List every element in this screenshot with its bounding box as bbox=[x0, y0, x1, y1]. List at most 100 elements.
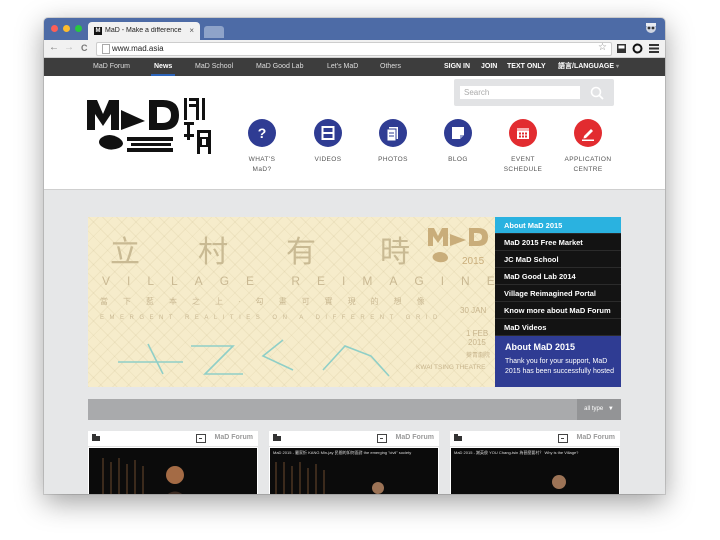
nav-event-schedule[interactable]: EVENT SCHEDULE bbox=[491, 119, 555, 175]
nav-videos[interactable]: VIDEOS bbox=[296, 119, 360, 165]
calendar-icon bbox=[509, 119, 537, 147]
browser-window: M MaD - Make a difference × ← → C www.ma… bbox=[44, 18, 665, 494]
mad-2015-logo: 2015 bbox=[428, 228, 488, 267]
chevron-down-icon: ▼ bbox=[607, 406, 614, 412]
promo-body: Thank you for your support, MaD 2015 has… bbox=[505, 358, 614, 375]
close-window-button[interactable] bbox=[51, 25, 58, 32]
banner-date-start: 30 JAN bbox=[460, 306, 487, 315]
search-icon[interactable] bbox=[588, 84, 606, 102]
nav-mad-forum[interactable]: MaD Forum bbox=[93, 58, 130, 76]
banner-char: 立 bbox=[110, 235, 140, 270]
side-menu-know-more[interactable]: Know more about MaD Forum bbox=[495, 302, 621, 319]
banner-char: 有 bbox=[286, 235, 316, 270]
reload-button[interactable]: C bbox=[81, 43, 88, 53]
note-icon bbox=[444, 119, 472, 147]
banner-char: 時 bbox=[380, 235, 410, 270]
filter-bar: all type ▼ bbox=[88, 399, 621, 420]
maximize-window-button[interactable] bbox=[75, 25, 82, 32]
bookmark-star-icon[interactable]: ☆ bbox=[598, 42, 607, 53]
speaker-photo bbox=[102, 458, 184, 494]
side-menu-about-mad-2015[interactable]: About MaD 2015 bbox=[495, 217, 621, 234]
nav-label: APPLICATION CENTRE bbox=[564, 156, 612, 173]
text-only-link[interactable]: TEXT ONLY bbox=[507, 58, 546, 76]
extension-circle-icon[interactable] bbox=[632, 43, 643, 54]
browser-toolbar: ← → C www.mad.asia ☆ bbox=[44, 40, 665, 58]
site-header: Search ? WHAT'S MaD? VIDEOS PHOTOS BLOG … bbox=[44, 76, 665, 190]
card-video-caption: MaD 2015 - 嚴家忻 KANG Min-jay 民間的如何面對 the … bbox=[273, 450, 412, 455]
nav-label: VIDEOS bbox=[314, 156, 342, 163]
nav-blog[interactable]: BLOG bbox=[426, 119, 490, 165]
side-menu: About MaD 2015 MaD 2015 Free Market JC M… bbox=[495, 217, 621, 336]
tab-title: MaD - Make a difference bbox=[105, 27, 182, 34]
url-text: www.mad.asia bbox=[112, 44, 164, 53]
nav-label: WHAT'S MaD? bbox=[248, 156, 276, 173]
svg-text:?: ? bbox=[258, 125, 267, 141]
folder-icon bbox=[92, 434, 100, 441]
nav-photos[interactable]: PHOTOS bbox=[361, 119, 425, 165]
side-menu-good-lab-2014[interactable]: MaD Good Lab 2014 bbox=[495, 268, 621, 285]
minimize-window-button[interactable] bbox=[63, 25, 70, 32]
hero-banner[interactable]: 立 村 有 時 2015 VILLAGE REIMAGINED 當下藍本之上·勾… bbox=[88, 217, 495, 387]
page-icon bbox=[102, 44, 110, 54]
side-menu-free-market[interactable]: MaD 2015 Free Market bbox=[495, 234, 621, 251]
new-tab-button[interactable] bbox=[204, 26, 224, 38]
pencil-icon bbox=[574, 119, 602, 147]
banner-subtitle-en: EMERGENT REALITIES ON A DIFFERENT GRID bbox=[100, 315, 443, 321]
tab-strip: M MaD - Make a difference × bbox=[44, 18, 665, 40]
mad-logo[interactable] bbox=[87, 94, 215, 158]
nav-others[interactable]: Others bbox=[380, 58, 401, 76]
back-button[interactable]: ← bbox=[49, 42, 59, 53]
nav-application-centre[interactable]: APPLICATION CENTRE bbox=[556, 119, 620, 175]
film-icon bbox=[314, 119, 342, 147]
side-menu-mad-videos[interactable]: MaD Videos bbox=[495, 319, 621, 336]
banner-scribble bbox=[118, 339, 390, 377]
content-card[interactable]: MaD Forum bbox=[88, 431, 258, 494]
card-category: MaD Forum bbox=[214, 434, 254, 441]
nav-mad-school[interactable]: MaD School bbox=[195, 58, 233, 76]
card-header: MaD Forum bbox=[88, 431, 258, 447]
nav-lets-mad[interactable]: Let's MaD bbox=[327, 58, 358, 76]
nav-news[interactable]: News bbox=[151, 58, 176, 76]
content-card[interactable]: MaD Forum MaD 2015 - 嚴家忻 KANG Min-jay 民間… bbox=[269, 431, 439, 494]
incognito-profile-icon[interactable] bbox=[643, 19, 659, 35]
search-box: Search bbox=[454, 79, 614, 106]
extension-icon[interactable] bbox=[616, 43, 627, 54]
svg-text:2015: 2015 bbox=[462, 256, 485, 267]
card-thumbnail[interactable]: MaD 2015 - 謝英俊 YOU Chang-tsin 為甚麼要村？ Why… bbox=[451, 448, 619, 494]
type-filter-label: all type bbox=[584, 406, 604, 412]
address-bar[interactable]: www.mad.asia ☆ bbox=[96, 42, 612, 56]
language-chevron-icon: ▾ bbox=[615, 64, 619, 70]
nav-label: EVENT SCHEDULE bbox=[503, 156, 543, 173]
content-card[interactable]: MaD Forum MaD 2015 - 謝英俊 YOU Chang-tsin … bbox=[450, 431, 620, 494]
join-link[interactable]: JOIN bbox=[481, 58, 497, 76]
banner-year: 2015 bbox=[468, 338, 486, 347]
promo-panel[interactable]: About MaD 2015 Thank you for your suppor… bbox=[495, 336, 621, 387]
forward-button[interactable]: → bbox=[64, 42, 74, 53]
card-thumbnail[interactable] bbox=[89, 448, 257, 494]
side-menu-jc-mad-school[interactable]: JC MaD School bbox=[495, 251, 621, 268]
nav-mad-good-lab[interactable]: MaD Good Lab bbox=[256, 58, 303, 76]
card-video-caption: MaD 2015 - 謝英俊 YOU Chang-tsin 為甚麼要村？ Why… bbox=[454, 450, 579, 455]
browser-tab[interactable]: M MaD - Make a difference × bbox=[88, 22, 200, 40]
folder-icon bbox=[273, 434, 281, 441]
card-category: MaD Forum bbox=[395, 434, 435, 441]
card-header: MaD Forum bbox=[269, 431, 439, 447]
nav-label: PHOTOS bbox=[378, 156, 408, 163]
type-filter-dropdown[interactable]: all type ▼ bbox=[577, 399, 621, 420]
promo-title: About MaD 2015 bbox=[505, 342, 576, 352]
banner-char: 村 bbox=[198, 235, 228, 270]
search-input[interactable]: Search bbox=[460, 86, 580, 99]
card-category: MaD Forum bbox=[576, 434, 616, 441]
banner-subtitle-cn: 當下藍本之上·勾畫可實現的想像 bbox=[100, 297, 440, 306]
language-link[interactable]: 語言/LANGUAGE ▾ bbox=[558, 58, 619, 76]
sign-in-link[interactable]: SIGN IN bbox=[444, 58, 470, 76]
side-menu-village-portal[interactable]: Village Reimagined Portal bbox=[495, 285, 621, 302]
menu-icon[interactable] bbox=[649, 43, 659, 54]
tab-close-icon[interactable]: × bbox=[189, 26, 194, 35]
nav-whats-mad[interactable]: ? WHAT'S MaD? bbox=[230, 119, 294, 175]
banner-title-en: VILLAGE REIMAGINED bbox=[102, 274, 495, 288]
banner-date-end: 1 FEB bbox=[466, 329, 489, 338]
photo-icon bbox=[379, 119, 407, 147]
card-thumbnail[interactable]: MaD 2015 - 嚴家忻 KANG Min-jay 民間的如何面對 the … bbox=[270, 448, 438, 494]
language-label: 語言/LANGUAGE bbox=[558, 63, 614, 70]
